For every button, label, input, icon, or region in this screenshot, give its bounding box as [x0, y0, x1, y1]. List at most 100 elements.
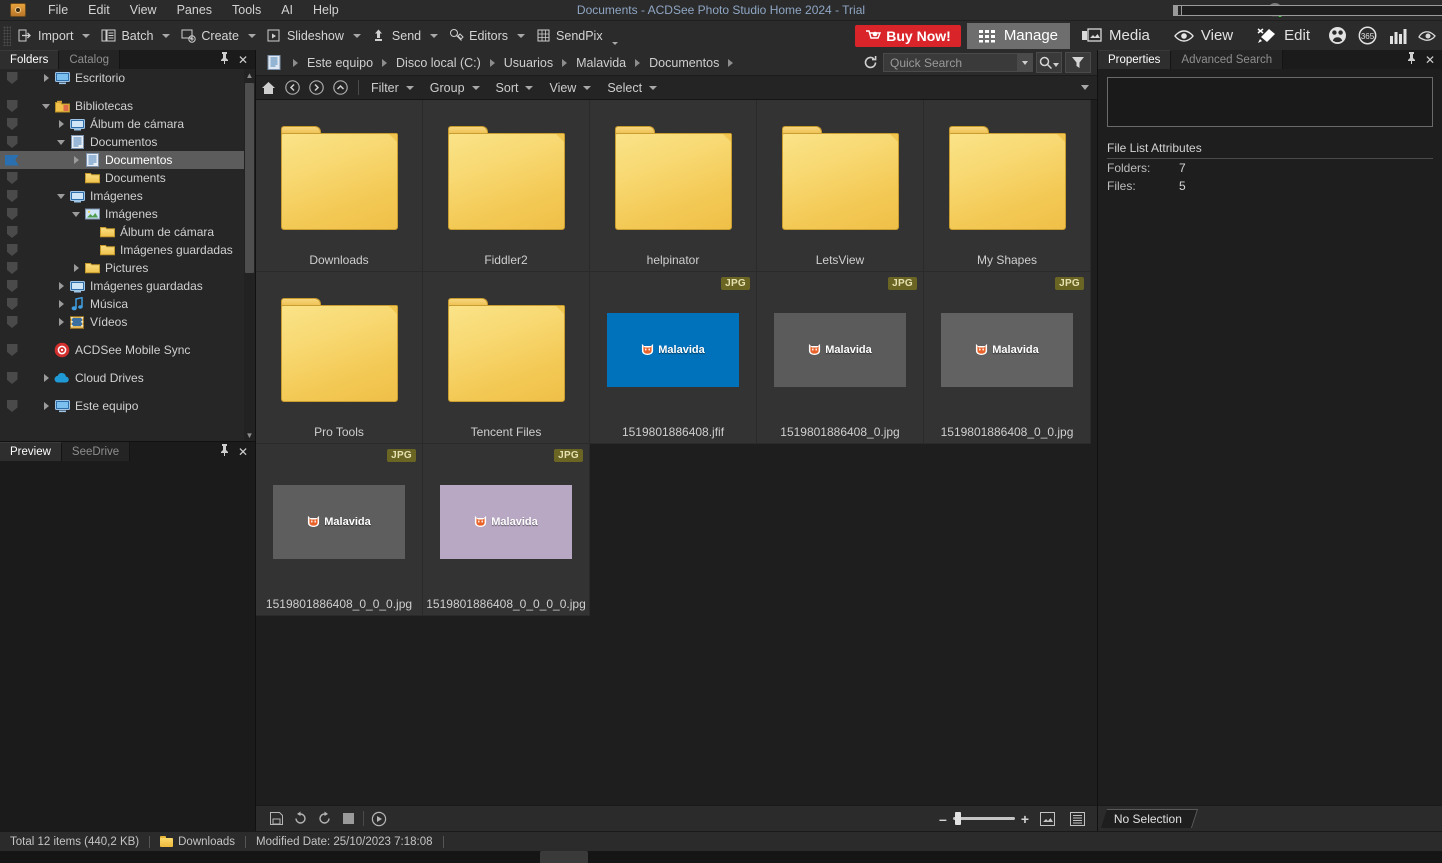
menu-item-edit[interactable]: Edit — [78, 1, 120, 19]
panel-right-icon[interactable] — [1181, 0, 1442, 20]
tree-shield-icon[interactable] — [0, 344, 24, 356]
sort-menu[interactable]: Sort — [490, 79, 544, 97]
tree-shield-icon[interactable] — [0, 316, 24, 328]
thumbnail-view-icon[interactable] — [1035, 807, 1059, 831]
tree-item--lbum-de-c-mara[interactable]: Álbum de cámara — [0, 115, 255, 133]
tree-shield-icon[interactable] — [0, 190, 24, 202]
tree-item-im-genes[interactable]: Imágenes — [0, 187, 255, 205]
rotate-left-icon[interactable] — [288, 807, 312, 831]
tree-shield-icon[interactable] — [0, 118, 24, 130]
forward-icon[interactable] — [304, 76, 328, 100]
tree-item-documents[interactable]: Documents — [0, 169, 255, 187]
tree-shield-icon[interactable] — [0, 72, 24, 84]
create-button[interactable]: Create — [174, 25, 244, 47]
tab-view[interactable]: View — [1162, 23, 1245, 49]
tree-item--lbum-de-c-mara[interactable]: Álbum de cámara — [0, 223, 255, 241]
zoom-control[interactable]: – + — [939, 807, 1097, 831]
tree-flag-icon[interactable] — [0, 154, 24, 166]
send-caret[interactable] — [430, 33, 439, 38]
preview-close-icon[interactable]: ✕ — [238, 445, 248, 459]
chart-icon[interactable] — [1382, 21, 1412, 51]
menu-item-view[interactable]: View — [120, 1, 167, 19]
file-grid-image-item[interactable]: JPG Malavida 1519801886408_0.jpg — [757, 272, 924, 444]
properties-pin-icon[interactable] — [1406, 52, 1417, 67]
tree-item-im-genes-guardadas[interactable]: Imágenes guardadas — [0, 241, 255, 259]
breadcrumb-item[interactable]: Disco local (C:) — [392, 54, 485, 72]
toolbar-grip[interactable] — [3, 25, 11, 46]
tree-shield-icon[interactable] — [0, 298, 24, 310]
buy-now-button[interactable]: Buy Now! — [855, 24, 961, 47]
search-button[interactable] — [1036, 52, 1062, 73]
file-grid-folder-item[interactable]: helpinator — [590, 100, 757, 272]
tab-folders[interactable]: Folders — [0, 50, 60, 69]
import-button[interactable]: Import — [11, 25, 78, 47]
chevron-down-icon[interactable] — [39, 103, 53, 109]
tree-shield-icon[interactable] — [0, 172, 24, 184]
chevron-right-icon[interactable] — [69, 156, 83, 164]
tree-shield-icon[interactable] — [0, 100, 24, 112]
365-icon[interactable]: 365 — [1352, 21, 1382, 51]
tree-item-im-genes[interactable]: Imágenes — [0, 205, 255, 223]
eye-dark-icon[interactable] — [1412, 21, 1442, 51]
chevron-down-icon[interactable] — [69, 211, 83, 217]
collapse-toolbar-icon[interactable] — [1081, 85, 1097, 90]
chevron-down-icon[interactable] — [54, 193, 68, 199]
tree-shield-icon[interactable] — [0, 280, 24, 292]
search-input[interactable]: Quick Search — [883, 53, 1033, 72]
refresh-icon[interactable] — [857, 55, 883, 70]
chevron-right-icon[interactable] — [39, 374, 53, 382]
folder-tree-scrollbar[interactable]: ▲ ▼ — [244, 69, 255, 441]
menu-item-help[interactable]: Help — [303, 1, 349, 19]
chevron-right-icon[interactable] — [39, 74, 53, 82]
filter-menu[interactable]: Filter — [365, 79, 424, 97]
tree-shield-icon[interactable] — [0, 208, 24, 220]
tree-item-documentos[interactable]: Documentos — [0, 151, 255, 169]
tab-advanced-search[interactable]: Advanced Search — [1171, 50, 1284, 69]
tab-preview[interactable]: Preview — [0, 442, 62, 461]
tree-item-cloud-drives[interactable]: Cloud Drives — [0, 369, 255, 387]
tree-shield-icon[interactable] — [0, 400, 24, 412]
file-grid-image-item[interactable]: JPG Malavida 1519801886408.jfif — [590, 272, 757, 444]
file-grid-folder-item[interactable]: My Shapes — [924, 100, 1091, 272]
file-grid-folder-item[interactable]: Tencent Files — [423, 272, 590, 444]
play-circle-icon[interactable] — [367, 807, 391, 831]
chevron-right-icon[interactable] — [54, 300, 68, 308]
scroll-down-arrow[interactable]: ▼ — [244, 429, 255, 441]
tab-properties[interactable]: Properties — [1098, 50, 1172, 69]
preview-pin-icon[interactable] — [219, 444, 230, 459]
tab-catalog[interactable]: Catalog — [59, 50, 120, 69]
chevron-right-icon[interactable] — [54, 318, 68, 326]
breadcrumb-item[interactable]: Documentos — [645, 54, 723, 72]
file-grid-image-item[interactable]: JPG Malavida 1519801886408_0_0_0.jpg — [256, 444, 423, 616]
chevron-down-icon[interactable] — [54, 139, 68, 145]
view-menu[interactable]: View — [543, 79, 601, 97]
up-icon[interactable] — [328, 76, 352, 100]
close-icon[interactable]: ✕ — [238, 53, 248, 67]
tree-item-pictures[interactable]: Pictures — [0, 259, 255, 277]
zoom-in-button[interactable]: + — [1021, 812, 1029, 826]
file-grid-folder-item[interactable]: Downloads — [256, 100, 423, 272]
breadcrumb-item[interactable]: Este equipo — [303, 54, 377, 72]
properties-close-icon[interactable]: ✕ — [1425, 53, 1435, 67]
batch-caret[interactable] — [162, 33, 171, 38]
tree-item-acdsee-mobile-sync[interactable]: ACDSee Mobile Sync — [0, 341, 255, 359]
tree-shield-icon[interactable] — [0, 244, 24, 256]
chevron-right-icon[interactable] — [54, 120, 68, 128]
slideshow-caret[interactable] — [352, 33, 361, 38]
import-caret[interactable] — [82, 33, 91, 38]
file-grid-folder-item[interactable]: Fiddler2 — [423, 100, 590, 272]
list-view-icon[interactable] — [1065, 807, 1089, 831]
select-menu[interactable]: Select — [601, 79, 667, 97]
tab-edit[interactable]: Edit — [1245, 23, 1322, 49]
chevron-right-icon[interactable] — [54, 282, 68, 290]
file-grid[interactable]: Downloads Fiddler2 helpinator LetsView My Sh… — [256, 100, 1097, 805]
breadcrumb-item[interactable]: Usuarios — [500, 54, 557, 72]
editors-caret[interactable] — [517, 33, 526, 38]
group-menu[interactable]: Group — [424, 79, 490, 97]
menu-item-panes[interactable]: Panes — [167, 1, 222, 19]
tree-shield-icon[interactable] — [0, 226, 24, 238]
tree-item-im-genes-guardadas[interactable]: Imágenes guardadas — [0, 277, 255, 295]
breadcrumb-item[interactable]: Malavida — [572, 54, 630, 72]
tree-shield-icon[interactable] — [0, 136, 24, 148]
save-image-icon[interactable] — [264, 807, 288, 831]
